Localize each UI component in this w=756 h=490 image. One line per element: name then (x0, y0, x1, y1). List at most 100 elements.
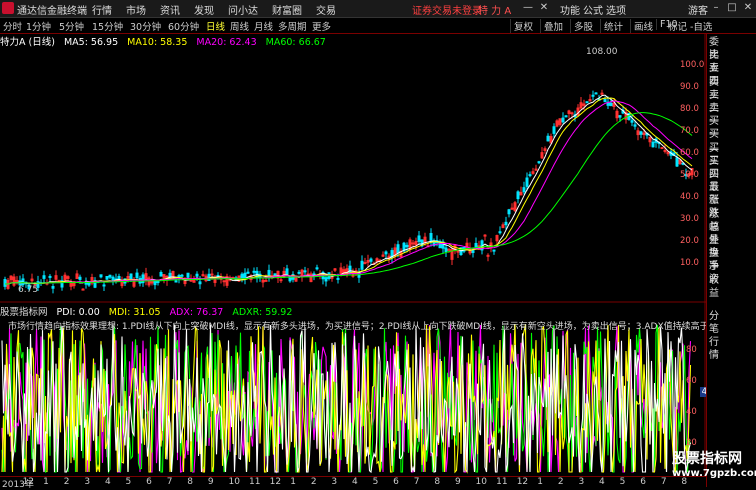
x-tick-label: 12 (269, 477, 282, 487)
app-logo-icon (2, 2, 14, 14)
candle-body (447, 248, 451, 251)
candle-body (360, 260, 364, 270)
tool-button[interactable]: 复权 (510, 19, 536, 33)
candle-body (609, 102, 613, 107)
x-tick-label: 4 (104, 477, 111, 487)
period-tab[interactable]: 1分钟 (26, 19, 51, 33)
menu-item[interactable]: 交易 (316, 2, 336, 17)
tool-button[interactable]: 统计 (600, 19, 626, 33)
x-tick-label: 4 (599, 477, 605, 487)
period-tab[interactable]: 多周期 (278, 19, 307, 33)
period-tab[interactable]: 周线 (230, 19, 249, 33)
close-small-icon[interactable]: ✕ (536, 1, 552, 15)
candle-body (189, 279, 193, 282)
menu-item-right[interactable]: 选项 (606, 2, 626, 17)
period-tab[interactable]: 分时 (3, 19, 22, 33)
menu-item[interactable]: 发现 (194, 2, 214, 17)
menu-item[interactable]: 问小达 (228, 2, 258, 17)
period-tab[interactable]: 5分钟 (59, 19, 84, 33)
watermark-title: 股票指标网 (672, 451, 742, 467)
candle-body (297, 271, 301, 274)
dmi-title[interactable]: 股票指标网 (0, 307, 48, 318)
period-tab[interactable]: 月线 (254, 19, 273, 33)
minimize-small-icon[interactable]: — (520, 1, 536, 15)
ma20-line (4, 100, 693, 285)
y-tick-label: 100.0 (680, 60, 705, 70)
menu-item-right[interactable]: 公式 (583, 2, 603, 17)
tool-button[interactable]: 多股 (570, 19, 596, 33)
side-tab[interactable]: 行情 (709, 336, 727, 362)
tool-button[interactable]: 画线 (630, 19, 656, 33)
mdi-label: MDI: 31.05 (108, 307, 161, 318)
maximize-icon[interactable]: □ (724, 1, 740, 15)
minimize-icon[interactable]: – (708, 1, 724, 15)
candle-body (48, 275, 52, 278)
candle-body (552, 126, 556, 134)
x-tick-label: 10 (228, 477, 240, 487)
watermark-url: www.7gpzb.com (672, 468, 756, 479)
candle-body (129, 273, 133, 280)
y-tick-label: 70.0 (680, 126, 699, 136)
tool-button[interactable]: 叠加 (540, 19, 566, 33)
x-tick-label: 2 (310, 477, 317, 487)
dmi-legend: 股票指标网 PDI: 0.00 MDI: 31.05 ADX: 76.37 AD… (0, 304, 298, 318)
candle-body (384, 251, 388, 255)
y-tick-label: 90.0 (680, 82, 699, 92)
sub-y-tick-label: 20 (686, 438, 697, 448)
y-tick-label: 80.0 (680, 104, 699, 114)
x-tick-label: 12 (516, 477, 529, 487)
x-tick-label: 6 (393, 477, 399, 487)
candle-body (663, 149, 667, 152)
watermark: 股票指标网 www.7gpzb.com (672, 448, 756, 482)
candle-body (51, 286, 55, 289)
candle-body (267, 269, 271, 277)
menu-bar: 通达信金融终端 行情 市场 资讯 发现 问小达 财富圈 交易 证券交易未登录 特… (0, 0, 756, 18)
ma10-line (4, 97, 693, 285)
period-tab-active[interactable]: 日线 (206, 19, 225, 33)
candle-body (348, 265, 352, 274)
candle-body (633, 124, 637, 127)
candle-body (510, 207, 514, 210)
chart-canvas[interactable] (0, 34, 706, 476)
candle-body (405, 244, 409, 248)
candle-body (594, 92, 598, 95)
candle-body (525, 177, 529, 187)
y-tick-label: 60.0 (680, 148, 699, 158)
period-tab[interactable]: 30分钟 (130, 19, 161, 33)
x-tick-label: 11 (249, 477, 261, 487)
candle-body (336, 277, 340, 280)
candle-body (444, 247, 448, 253)
close-icon[interactable]: ✕ (740, 1, 756, 15)
menu-item[interactable]: 市场 (126, 2, 146, 17)
candle-body (174, 280, 178, 283)
x-tick-label: 2 (557, 477, 564, 487)
candle-body (498, 231, 502, 234)
pdi-label: PDI: 0.00 (56, 307, 100, 318)
candle-body (135, 272, 139, 279)
tool-button-mark[interactable]: 标记 (668, 19, 687, 33)
candle-body (78, 276, 82, 280)
menu-item[interactable]: 行情 (92, 2, 112, 17)
candle-body (42, 275, 46, 279)
candle-body (57, 279, 61, 282)
tool-button-fav[interactable]: -自选 (690, 19, 712, 33)
candle-body (471, 250, 475, 253)
candle-body (507, 209, 511, 215)
x-tick-label: 6 (640, 477, 646, 487)
sub-y-tick-label: 40 (686, 407, 697, 417)
candle-body (522, 187, 526, 193)
candle-body (417, 235, 421, 242)
period-tab[interactable]: 60分钟 (168, 19, 199, 33)
candle-body (474, 242, 478, 248)
menu-item-right[interactable]: 功能 (560, 2, 580, 17)
sub-y-tick-label: 60 (686, 376, 697, 386)
menu-item[interactable]: 财富圈 (272, 2, 302, 17)
login-warning[interactable]: 证券交易未登录 (412, 2, 482, 17)
menu-item[interactable]: 资讯 (160, 2, 180, 17)
user-label[interactable]: 游客 (688, 2, 708, 17)
side-tab[interactable]: 分笔 (709, 310, 727, 336)
sub-y-tick-label: 80 (686, 345, 697, 355)
period-tab[interactable]: 更多 (312, 19, 331, 33)
candle-body (324, 277, 328, 282)
period-tab[interactable]: 15分钟 (92, 19, 123, 33)
